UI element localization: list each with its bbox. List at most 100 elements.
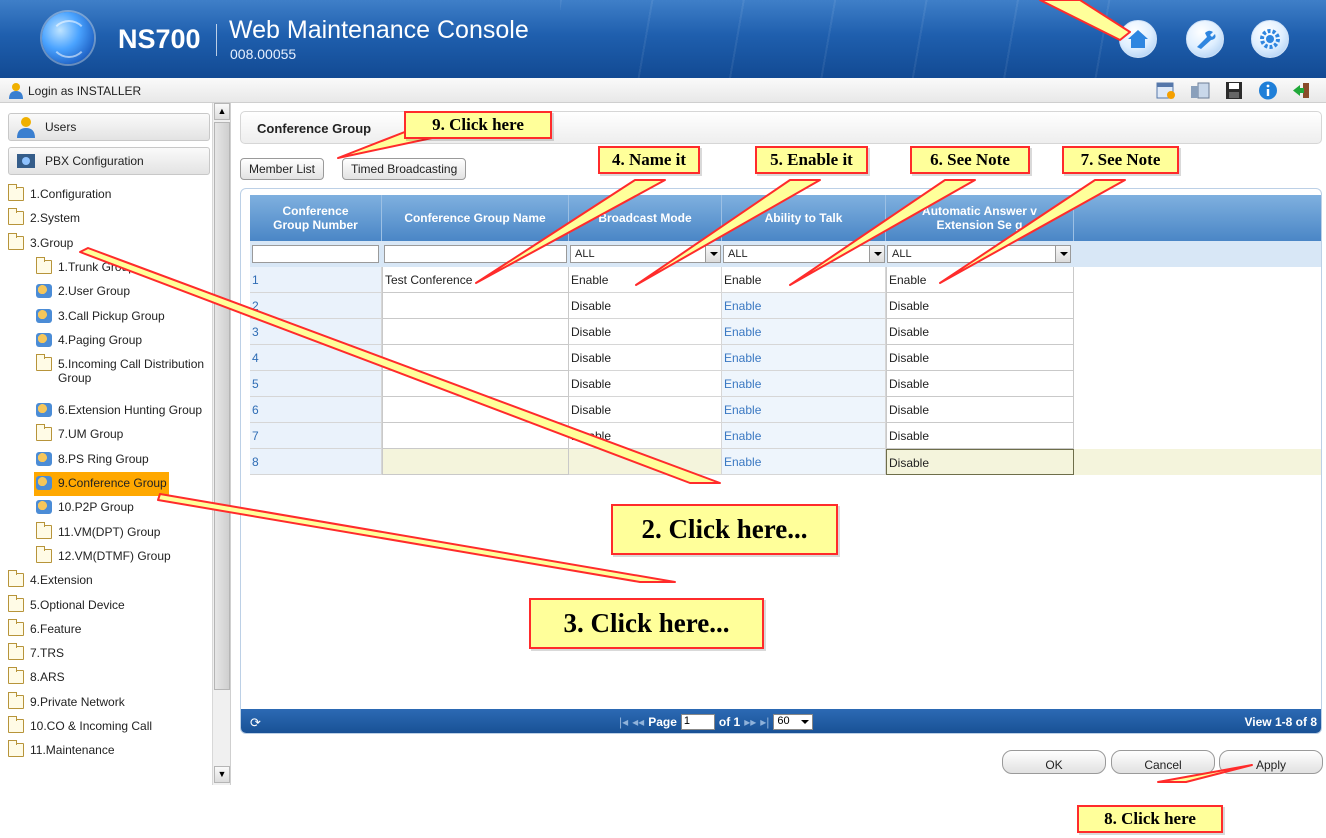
sidebar-item-6-extension-hunting-group[interactable]: 6.Extension Hunting Group [34, 399, 204, 423]
ok-button[interactable]: OK [1002, 750, 1106, 774]
chevron-down-icon[interactable] [869, 246, 884, 262]
filter-automatic-answer[interactable]: ALL [887, 245, 1071, 263]
chevron-down-icon[interactable] [1055, 246, 1070, 262]
sidebar-item-11-maintenance[interactable]: 11.Maintenance [6, 739, 117, 763]
cell-ability-to-talk[interactable]: Enable [722, 449, 886, 475]
sidebar-item-7-trs[interactable]: 7.TRS [6, 642, 66, 666]
sidebar-item-4-paging-group[interactable]: 4.Paging Group [34, 329, 144, 353]
scroll-down-icon[interactable]: ▼ [214, 766, 230, 783]
sidebar-item-10-p2p-group[interactable]: 10.P2P Group [34, 496, 136, 520]
save-icon[interactable] [1224, 81, 1244, 100]
cell-automatic-answer[interactable]: Disable [886, 423, 1074, 449]
prev-page-icon[interactable]: ◂◂ [632, 715, 644, 729]
cell-broadcast-mode[interactable] [569, 449, 722, 475]
filter-broadcast-mode[interactable]: ALL [570, 245, 721, 263]
cell-group-name[interactable] [382, 449, 569, 475]
cell-ability-to-talk[interactable]: Enable [722, 371, 886, 397]
cell-broadcast-mode[interactable]: Disable [569, 423, 722, 449]
sidebar-item-6-feature[interactable]: 6.Feature [6, 618, 83, 642]
cell-automatic-answer[interactable]: Disable [886, 449, 1074, 475]
filter-group-number[interactable] [252, 245, 379, 263]
sidebar-item-11-vm-dpt-group[interactable]: 11.VM(DPT) Group [34, 521, 162, 545]
cell-ability-to-talk[interactable]: Enable [722, 319, 886, 345]
table-row[interactable]: 6 Disable Enable Disable [250, 397, 1321, 423]
cell-group-name[interactable] [382, 319, 569, 345]
table-row[interactable]: 4 Disable Enable Disable [250, 345, 1321, 371]
cell-group-name[interactable] [382, 345, 569, 371]
sidebar-item-5-optional-device[interactable]: 5.Optional Device [6, 594, 127, 618]
phone-list-icon[interactable] [1190, 81, 1210, 100]
cell-broadcast-mode[interactable]: Disable [569, 293, 722, 319]
sidebar-item-3-group[interactable]: 3.Group [6, 232, 75, 256]
column-header-broadcast-mode[interactable]: Broadcast Mode [569, 195, 722, 241]
sidebar-scrollbar[interactable]: ▲ ▼ [212, 103, 230, 785]
cell-automatic-answer[interactable]: Disable [886, 345, 1074, 371]
table-row[interactable]: 8 Enable Disable [250, 449, 1321, 475]
cell-ability-to-talk[interactable]: Enable [722, 267, 886, 293]
next-page-icon[interactable]: ▸▸ [744, 715, 756, 729]
column-header-group-number[interactable]: Conference Group Number [250, 195, 382, 241]
tools-button[interactable] [1186, 20, 1224, 58]
table-row[interactable]: 2 Disable Enable Disable [250, 293, 1321, 319]
cell-ability-to-talk[interactable]: Enable [722, 345, 886, 371]
cell-broadcast-mode[interactable]: Enable [569, 267, 722, 293]
sidebar-item-1-configuration[interactable]: 1.Configuration [6, 183, 113, 207]
cell-broadcast-mode[interactable]: Disable [569, 319, 722, 345]
cell-broadcast-mode[interactable]: Disable [569, 397, 722, 423]
tab-timed-broadcasting[interactable]: Timed Broadcasting [342, 158, 467, 180]
column-header-automatic-answer[interactable]: Automatic Answer v Extension Se g [886, 195, 1074, 241]
sidebar-item-9-conference-group[interactable]: 9.Conference Group [34, 472, 169, 496]
cell-automatic-answer[interactable]: Disable [886, 319, 1074, 345]
sidebar-item-3-call-pickup-group[interactable]: 3.Call Pickup Group [34, 305, 167, 329]
cell-ability-to-talk[interactable]: Enable [722, 397, 886, 423]
column-header-group-name[interactable]: Conference Group Name [382, 195, 569, 241]
apply-button[interactable]: Apply [1219, 750, 1323, 774]
sidebar-item-7-um-group[interactable]: 7.UM Group [34, 423, 125, 447]
cell-broadcast-mode[interactable]: Disable [569, 345, 722, 371]
table-row[interactable]: 5 Disable Enable Disable [250, 371, 1321, 397]
sidebar-item-4-extension[interactable]: 4.Extension [6, 569, 95, 593]
sidebar-item-8-ps-ring-group[interactable]: 8.PS Ring Group [34, 448, 151, 472]
first-page-icon[interactable]: |◂ [619, 715, 628, 729]
cell-broadcast-mode[interactable]: Disable [569, 371, 722, 397]
last-page-icon[interactable]: ▸| [760, 715, 769, 729]
sidebar-item-1-trunk-group[interactable]: 1.Trunk Group [34, 256, 137, 280]
info-icon[interactable] [1258, 81, 1278, 100]
chevron-down-icon[interactable] [705, 246, 720, 262]
cell-automatic-answer[interactable]: Disable [886, 371, 1074, 397]
cell-ability-to-talk[interactable]: Enable [722, 423, 886, 449]
sidebar-item-12-vm-dtmf-group[interactable]: 12.VM(DTMF) Group [34, 545, 173, 569]
cell-group-name[interactable] [382, 397, 569, 423]
cell-automatic-answer[interactable]: Disable [886, 397, 1074, 423]
rows-per-page-select[interactable]: 60 [773, 714, 814, 730]
cell-group-name[interactable]: Test Conference [382, 267, 569, 293]
settings-button[interactable] [1251, 20, 1289, 58]
sidebar-item-8-ars[interactable]: 8.ARS [6, 666, 67, 690]
cancel-button[interactable]: Cancel [1111, 750, 1215, 774]
calendar-warning-icon[interactable] [1156, 81, 1176, 100]
filter-ability-to-talk[interactable]: ALL [723, 245, 885, 263]
filter-group-name[interactable] [384, 245, 567, 263]
scroll-up-icon[interactable]: ▲ [214, 103, 230, 120]
table-row[interactable]: 7 Disable Enable Disable [250, 423, 1321, 449]
sidebar-item-5-incoming-call-distribution[interactable]: 5.Incoming Call Distribution Group [34, 353, 206, 397]
cell-ability-to-talk[interactable]: Enable [722, 293, 886, 319]
table-row[interactable]: 3 Disable Enable Disable [250, 319, 1321, 345]
scroll-thumb[interactable] [214, 122, 230, 690]
cell-automatic-answer[interactable]: Enable [886, 267, 1074, 293]
sidebar-item-9-private-network[interactable]: 9.Private Network [6, 691, 127, 715]
cell-group-name[interactable] [382, 423, 569, 449]
tab-member-list[interactable]: Member List [240, 158, 325, 180]
logout-icon[interactable] [1292, 81, 1312, 100]
users-panel-button[interactable]: Users [8, 113, 210, 141]
sidebar-item-10-co-incoming-call[interactable]: 10.CO & Incoming Call [6, 715, 154, 739]
table-row[interactable]: 1 Test Conference Enable Enable Enable [250, 267, 1321, 293]
column-header-ability-to-talk[interactable]: Ability to Talk [722, 195, 886, 241]
cell-group-name[interactable] [382, 293, 569, 319]
sidebar-item-2-system[interactable]: 2.System [6, 207, 82, 231]
pbx-configuration-panel-button[interactable]: PBX Configuration [8, 147, 210, 175]
page-input[interactable]: 1 [680, 714, 715, 730]
home-button[interactable] [1119, 20, 1157, 58]
sidebar-item-2-user-group[interactable]: 2.User Group [34, 280, 132, 304]
cell-group-name[interactable] [382, 371, 569, 397]
